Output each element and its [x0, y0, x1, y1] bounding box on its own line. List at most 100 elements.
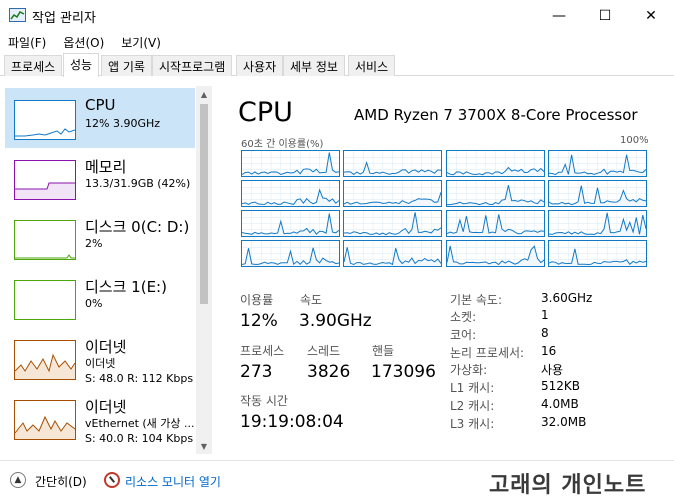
resource-item-ethernet-2[interactable]: 이더넷 vEthernet (새 가상 ... S: 40.0 R: 104 K…	[5, 388, 195, 448]
resource-throughput: S: 40.0 R: 104 Kbps	[85, 432, 194, 445]
resource-monitor-icon[interactable]	[104, 472, 120, 488]
logical-processors-label: 논리 프로세서:	[450, 346, 525, 360]
logical-processors-value: 16	[541, 344, 557, 358]
resource-list-scrollbar[interactable]: ▲ ▼	[196, 86, 212, 454]
resource-detail: 12% 3.90GHz	[85, 117, 161, 130]
graph-caption: 60초 간 이용률(%)	[241, 139, 324, 150]
ethernet-2-thumbnail-graph	[14, 400, 76, 440]
l3-cache-value: 32.0MB	[541, 415, 587, 429]
resource-title: 메모리	[85, 158, 127, 176]
utilization-label: 이용률	[240, 293, 274, 307]
maximize-button[interactable]: ☐	[582, 0, 628, 31]
uptime-value: 19:19:08:04	[240, 412, 344, 432]
logical-processor-graph	[241, 150, 340, 177]
l1-cache-value: 512KB	[541, 379, 581, 393]
tab-services[interactable]: 서비스	[348, 55, 396, 76]
fewer-details-button[interactable]: 간단히(D)	[35, 473, 87, 490]
scroll-up-icon[interactable]: ▲	[196, 86, 212, 102]
speed-value: 3.90GHz	[299, 311, 372, 331]
logical-processor-graph	[445, 239, 545, 267]
logical-processor-graph	[547, 239, 647, 267]
l2-cache-value: 4.0MB	[541, 397, 579, 411]
tab-app-history[interactable]: 앱 기록	[101, 55, 152, 76]
resource-detail: vEthernet (새 가상 ...	[85, 417, 195, 430]
logical-processor-graph	[343, 239, 443, 267]
memory-thumbnail-graph	[14, 160, 76, 200]
logical-processor-graphs	[241, 150, 647, 267]
cores-value: 8	[541, 326, 549, 340]
l3-cache-label: L3 캐시:	[450, 417, 495, 431]
scroll-thumb[interactable]	[200, 104, 208, 304]
cores-label: 코어:	[450, 328, 477, 342]
tab-details[interactable]: 세부 정보	[283, 55, 345, 76]
resource-throughput: S: 48.0 R: 112 Kbps	[85, 372, 194, 385]
resource-detail: 13.3/31.9GB (42%)	[85, 177, 191, 190]
logical-processor-graph	[343, 179, 443, 207]
virtualization-value: 사용	[541, 363, 564, 377]
menu-bar: 파일(F) 옵션(O) 보기(V)	[0, 31, 674, 52]
window-title: 작업 관리자	[32, 11, 96, 26]
resource-item-ethernet-1[interactable]: 이더넷 이더넷 S: 48.0 R: 112 Kbps	[5, 328, 195, 388]
open-resource-monitor-link[interactable]: 리소스 모니터 열기	[125, 473, 221, 490]
resource-list: CPU 12% 3.90GHz 메모리 13.3/31.9GB (42%) 디스…	[5, 86, 195, 454]
close-button[interactable]: ✕	[628, 0, 674, 31]
tab-performance[interactable]: 성능	[63, 53, 100, 77]
resource-detail: 이더넷	[85, 357, 116, 370]
resource-item-disk-1[interactable]: 디스크 1(E:) 0%	[5, 268, 195, 328]
logical-processor-graph	[241, 209, 340, 237]
cpu-thumbnail-graph	[14, 100, 76, 140]
logical-processor-graph	[445, 179, 545, 207]
tab-startup[interactable]: 시작프로그램	[152, 55, 233, 76]
l1-cache-label: L1 캐시:	[450, 381, 495, 395]
resource-item-cpu[interactable]: CPU 12% 3.90GHz	[5, 88, 195, 148]
virtualization-label: 가상화:	[450, 363, 488, 377]
cpu-heading: CPU	[238, 97, 293, 128]
menu-file[interactable]: 파일(F)	[0, 31, 55, 52]
menu-options[interactable]: 옵션(O)	[55, 31, 113, 52]
handles-label: 핸들	[372, 344, 395, 358]
uptime-label: 작동 시간	[240, 394, 288, 408]
ethernet-1-thumbnail-graph	[14, 340, 76, 380]
tab-bar: 프로세스 성능 앱 기록 시작프로그램 사용자 세부 정보 서비스	[0, 52, 674, 77]
sockets-label: 소켓:	[450, 310, 477, 324]
logical-processor-graph	[445, 209, 545, 237]
logical-processor-graph	[547, 150, 647, 177]
menu-view[interactable]: 보기(V)	[113, 31, 170, 52]
speed-label: 속도	[300, 293, 323, 307]
logical-processor-graph	[343, 209, 443, 237]
logical-processor-graph	[241, 179, 340, 207]
utilization-value: 12%	[240, 311, 278, 331]
logical-processor-graph	[547, 209, 647, 237]
processes-value: 273	[240, 362, 273, 382]
tab-users[interactable]: 사용자	[236, 55, 284, 76]
logical-processor-graph	[343, 150, 443, 177]
handles-value: 173096	[371, 362, 436, 382]
processes-label: 프로세스	[240, 344, 285, 358]
resource-item-memory[interactable]: 메모리 13.3/31.9GB (42%)	[5, 148, 195, 208]
disk-1-thumbnail-graph	[14, 280, 76, 320]
scroll-down-icon[interactable]: ▼	[196, 438, 212, 454]
tab-processes[interactable]: 프로세스	[4, 55, 63, 76]
l2-cache-label: L2 캐시:	[450, 399, 495, 413]
graph-max-label: 100%	[620, 135, 649, 146]
resource-title: 디스크 1(E:)	[85, 278, 167, 296]
cpu-model-name: AMD Ryzen 7 3700X 8-Core Processor	[354, 106, 638, 124]
chevron-up-icon[interactable]: ▲	[10, 472, 26, 488]
logical-processor-graph	[241, 239, 340, 267]
threads-value: 3826	[307, 362, 351, 382]
threads-label: 스레드	[307, 344, 341, 358]
resource-detail: 2%	[85, 237, 103, 250]
task-manager-icon	[9, 8, 26, 22]
resource-title: 디스크 0(C: D:)	[85, 218, 190, 236]
sockets-value: 1	[541, 308, 549, 322]
base-speed-value: 3.60GHz	[541, 291, 593, 305]
resource-title: 이더넷	[85, 398, 127, 416]
resource-detail: 0%	[85, 297, 103, 310]
logical-processor-graph	[445, 150, 545, 177]
resource-item-disk-0[interactable]: 디스크 0(C: D:) 2%	[5, 208, 195, 268]
footer-bar: ▲ 간단히(D) 리소스 모니터 열기 고래의 개인노트	[0, 460, 674, 504]
title-bar: 작업 관리자 — ☐ ✕	[0, 0, 674, 31]
base-speed-label: 기본 속도:	[450, 293, 503, 307]
minimize-button[interactable]: —	[536, 0, 582, 31]
watermark-text: 고래의 개인노트	[489, 473, 647, 498]
